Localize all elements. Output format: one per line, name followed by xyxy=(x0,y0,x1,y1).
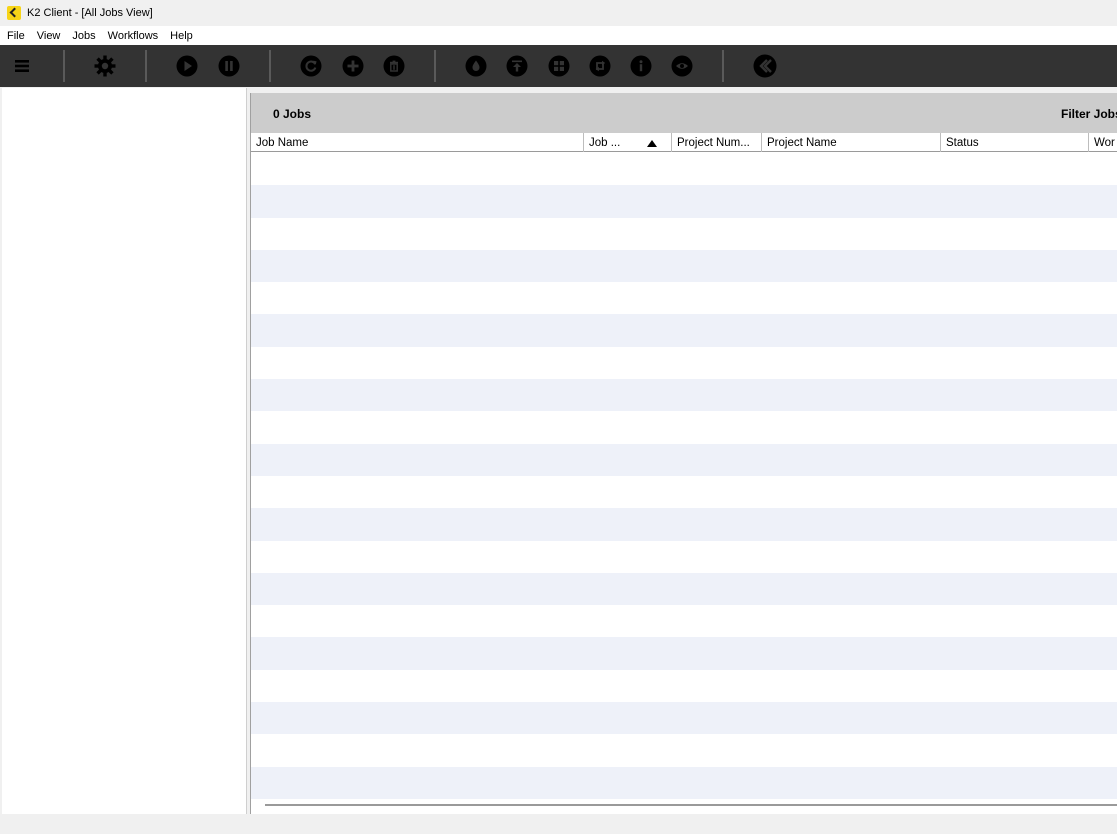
menu-workflows[interactable]: Workflows xyxy=(108,30,159,42)
table-row-empty xyxy=(251,637,1117,670)
navigation-tree-panel[interactable] xyxy=(2,88,247,814)
filter-jobs-label[interactable]: Filter Jobs xyxy=(1061,107,1117,121)
column-header-workflow[interactable]: Wor xyxy=(1089,133,1117,152)
delete-icon[interactable] xyxy=(382,54,406,78)
play-icon[interactable] xyxy=(175,54,199,78)
column-header-project-number[interactable]: Project Num... xyxy=(672,133,762,152)
menu-bar: File View Jobs Workflows Help xyxy=(0,26,1117,45)
toolbar-separator xyxy=(269,50,271,82)
ink-drop-icon[interactable] xyxy=(464,54,488,78)
table-row-empty xyxy=(251,766,1117,799)
k2-app-icon xyxy=(7,6,21,20)
toolbar-separator xyxy=(63,50,65,82)
add-icon[interactable] xyxy=(341,54,365,78)
swap-icon[interactable] xyxy=(588,54,612,78)
table-row-empty xyxy=(251,217,1117,250)
table-column-header: Job Name Job ... Project Num... Project … xyxy=(251,133,1117,152)
refresh-icon[interactable] xyxy=(299,54,323,78)
jobs-table-body[interactable] xyxy=(251,153,1117,799)
table-row-empty xyxy=(251,540,1117,573)
jobs-count: 0 Jobs xyxy=(273,107,312,121)
column-header-job-name[interactable]: Job Name xyxy=(251,133,584,152)
preview-eye-icon[interactable] xyxy=(670,54,694,78)
column-header-job-sorted[interactable]: Job ... xyxy=(584,133,672,152)
toolbar-separator xyxy=(722,50,724,82)
pause-icon[interactable] xyxy=(217,54,241,78)
title-bar: K2 Client - [All Jobs View] xyxy=(0,0,1117,26)
toolbar-separator xyxy=(145,50,147,82)
hamburger-menu-icon[interactable] xyxy=(10,54,34,78)
menu-help[interactable]: Help xyxy=(170,30,193,42)
table-row-empty xyxy=(251,185,1117,218)
sort-ascending-icon xyxy=(647,140,657,147)
table-row-empty xyxy=(251,702,1117,735)
table-row-empty xyxy=(251,669,1117,703)
table-row-empty xyxy=(251,443,1117,476)
settings-gear-icon[interactable] xyxy=(93,54,117,78)
window-title: K2 Client - [All Jobs View] xyxy=(27,7,153,19)
status-bar xyxy=(0,815,1117,834)
table-row-empty xyxy=(251,379,1117,412)
k2-logo-icon[interactable] xyxy=(753,54,777,78)
table-row-empty xyxy=(251,346,1117,380)
table-row-empty xyxy=(251,475,1117,509)
k2-client-window: K2 Client - [All Jobs View] File View Jo… xyxy=(0,0,1117,834)
table-row-empty xyxy=(251,153,1117,186)
info-icon[interactable] xyxy=(629,54,653,78)
table-row-empty xyxy=(251,508,1117,541)
grid-icon[interactable] xyxy=(547,54,571,78)
column-header-job-label: Job ... xyxy=(589,137,621,149)
toolbar xyxy=(0,45,1117,87)
menu-view[interactable]: View xyxy=(37,30,61,42)
table-row-empty xyxy=(251,572,1117,606)
toolbar-separator xyxy=(434,50,436,82)
table-row-empty xyxy=(251,282,1117,315)
table-row-empty xyxy=(251,605,1117,638)
menu-file[interactable]: File xyxy=(7,30,25,42)
table-row-empty xyxy=(251,249,1117,283)
upload-icon[interactable] xyxy=(505,54,529,78)
table-row-empty xyxy=(251,411,1117,444)
jobs-header-bar: 0 Jobs Filter Jobs xyxy=(251,93,1117,133)
jobs-view-panel: 0 Jobs Filter Jobs Job Name Job ... Proj… xyxy=(250,93,1117,814)
table-row-empty xyxy=(251,734,1117,767)
table-row-empty xyxy=(251,314,1117,347)
menu-jobs[interactable]: Jobs xyxy=(72,30,95,42)
column-header-status[interactable]: Status xyxy=(941,133,1089,152)
column-header-project-name[interactable]: Project Name xyxy=(762,133,941,152)
horizontal-scrollbar[interactable] xyxy=(265,804,1117,806)
